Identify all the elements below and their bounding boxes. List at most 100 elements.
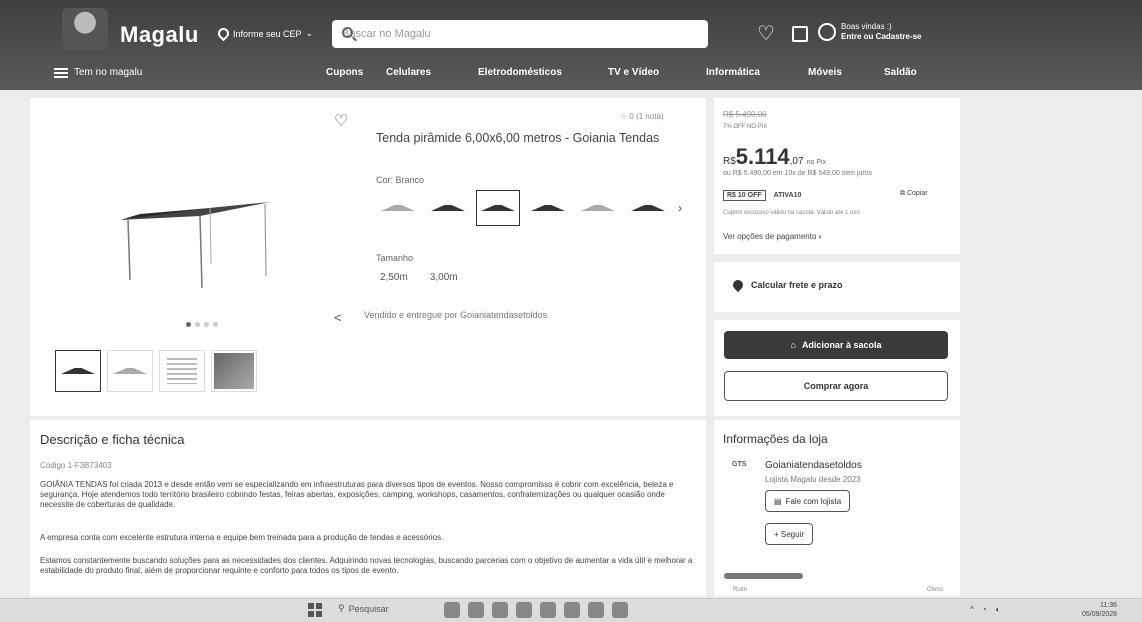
- coupon-code: ATIVA10: [773, 192, 802, 199]
- color-option[interactable]: [426, 190, 470, 226]
- bag-icon[interactable]: [792, 26, 808, 42]
- installment-text: ou R$ 5.490,00 em 10x de R$ 549,00 sem j…: [723, 170, 873, 177]
- gallery-thumb[interactable]: [107, 350, 153, 392]
- windows-start-icon[interactable]: [308, 603, 322, 617]
- search-icon[interactable]: [342, 27, 353, 38]
- location-pin-icon: [215, 25, 232, 42]
- carousel-dot[interactable]: [213, 322, 218, 327]
- copy-label: Copiar: [906, 190, 928, 197]
- tent-pole: [209, 207, 212, 265]
- shipping-label: Calcular frete e prazo: [751, 280, 843, 290]
- nav-tv-video[interactable]: TV e Vídeo: [608, 67, 659, 78]
- size-option[interactable]: 3,00m: [430, 272, 458, 283]
- nav-cupons[interactable]: Cupons: [326, 67, 363, 78]
- gallery-thumb[interactable]: [211, 350, 257, 392]
- size-option[interactable]: 2,50m: [380, 272, 408, 283]
- search-input[interactable]: Buscar no Magalu: [332, 20, 708, 48]
- share-icon[interactable]: <: [334, 310, 342, 325]
- nav-informatica[interactable]: Informática: [706, 67, 760, 78]
- price-currency: R$: [723, 156, 736, 167]
- search-icon: ⚲: [338, 603, 345, 613]
- nav-moveis[interactable]: Móveis: [808, 67, 842, 78]
- current-price: R$5.114,07 no Pix: [723, 144, 826, 170]
- chevron-down-icon: ⌄: [305, 28, 314, 38]
- heart-icon[interactable]: ♡: [757, 24, 775, 44]
- carousel-dots: [186, 322, 218, 327]
- product-title: Tenda pirâmide 6,00x6,00 metros - Goiani…: [376, 131, 660, 145]
- app-icon[interactable]: [540, 602, 556, 618]
- app-icon[interactable]: [612, 602, 628, 618]
- app-icon[interactable]: [444, 602, 460, 618]
- chevron-up-icon[interactable]: ^: [970, 605, 974, 614]
- seller-line[interactable]: Vendido e entregue por Goianiatendasetol…: [364, 310, 547, 320]
- app-icon[interactable]: [516, 602, 532, 618]
- store-since: Lojista Magalu desde 2023: [765, 475, 861, 484]
- color-option[interactable]: [526, 190, 570, 226]
- app-icon[interactable]: [588, 602, 604, 618]
- rating-high-label: Ótimo: [926, 587, 943, 593]
- app-icon[interactable]: [492, 602, 508, 618]
- chat-icon: ▤: [774, 496, 782, 506]
- buy-now-button[interactable]: Comprar agora: [724, 371, 948, 401]
- color-option[interactable]: [626, 190, 670, 226]
- price-pix: no Pix: [806, 159, 827, 166]
- nav-eletrodomesticos[interactable]: Eletrodomésticos: [478, 67, 562, 78]
- copy-coupon-button[interactable]: ⧉ Copiar: [900, 190, 928, 198]
- user-action: Entre ou Cadastre-se: [841, 32, 922, 41]
- windows-taskbar: ⚲ Pesquisar ^ ◔ ◖ 11:36 05/09/2026: [0, 598, 1142, 622]
- app-icon[interactable]: [564, 602, 580, 618]
- nav-celulares[interactable]: Celulares: [386, 67, 431, 78]
- app-icon[interactable]: [468, 602, 484, 618]
- color-option[interactable]: [376, 190, 420, 226]
- color-option-selected[interactable]: [476, 190, 520, 226]
- color-label: Cor: Branco: [376, 175, 425, 185]
- taskbar-search[interactable]: ⚲ Pesquisar: [338, 603, 389, 614]
- chevron-right-icon[interactable]: ›: [678, 201, 682, 215]
- product-code: Código 1-F3B73403: [40, 461, 112, 470]
- gallery-thumb[interactable]: [55, 350, 101, 392]
- carousel-dot[interactable]: [204, 322, 209, 327]
- volume-icon[interactable]: ◖: [995, 605, 1000, 614]
- clock[interactable]: 11:36 05/09/2026: [1082, 601, 1117, 619]
- description-paragraph: Estamos constantemente buscando soluções…: [40, 556, 693, 575]
- menu-icon: [54, 67, 68, 78]
- favorite-heart-icon[interactable]: ♡: [334, 114, 348, 130]
- price-cents: ,07: [789, 156, 804, 167]
- size-label: Tamanho: [376, 253, 414, 263]
- follow-store-button[interactable]: + Seguir: [765, 523, 814, 545]
- cep-selector[interactable]: Informe seu CEP ⌄: [215, 25, 314, 42]
- size-options: 2,50m 3,00m: [380, 272, 458, 283]
- tent-pole: [199, 215, 203, 289]
- nav-saldao[interactable]: Saldão: [884, 67, 917, 78]
- color-options: ›: [376, 190, 682, 226]
- talk-label: Fale com lojista: [785, 496, 842, 506]
- rating-low-label: Ruim: [733, 587, 748, 593]
- magalu-logo[interactable]: Magalu: [120, 22, 199, 48]
- category-nav: Tem no magalu Cupons Celulares Eletrodom…: [0, 62, 1142, 84]
- user-login[interactable]: Boas vindas :) Entre ou Cadastre-se: [818, 22, 921, 42]
- color-option[interactable]: [576, 190, 620, 226]
- menu-button[interactable]: Tem no magalu: [54, 67, 142, 78]
- payment-options-link[interactable]: Ver opções de pagamento ›: [723, 232, 821, 241]
- product-rating[interactable]: ☆ 0 (1 nota): [620, 112, 664, 121]
- clock-date: 05/09/2026: [1082, 611, 1118, 618]
- description-paragraph: GOIÂNIA TENDAS foi criada 2013 e desde e…: [40, 480, 674, 509]
- payment-options-label: Ver opções de pagamento: [723, 232, 817, 241]
- shipping-calc-button[interactable]: Calcular frete e prazo: [730, 277, 843, 293]
- carousel-dot[interactable]: [195, 322, 200, 327]
- carousel-dot[interactable]: [186, 322, 191, 327]
- reputation-fill: [724, 573, 804, 579]
- talk-to-seller-button[interactable]: ▤ Fale com lojista: [765, 490, 851, 512]
- clock-time: 11:36: [1100, 602, 1118, 609]
- network-icon[interactable]: ◔: [982, 605, 987, 614]
- store-name[interactable]: Goianiatendasetoldos: [765, 460, 862, 471]
- add-to-bag-label: Adicionar à sacola: [801, 340, 882, 350]
- gallery-thumb[interactable]: [159, 350, 205, 392]
- bag-icon: ⌂: [790, 340, 796, 350]
- store-reputation-bar: [724, 573, 950, 579]
- product-main-image[interactable]: [110, 180, 280, 290]
- menu-label: Tem no magalu: [74, 67, 143, 78]
- tent-roof-shade: [120, 202, 270, 220]
- add-to-bag-button[interactable]: ⌂ Adicionar à sacola: [724, 331, 948, 359]
- coupon-note: Cupom exclusivo válido na sacola. Válido…: [723, 210, 860, 216]
